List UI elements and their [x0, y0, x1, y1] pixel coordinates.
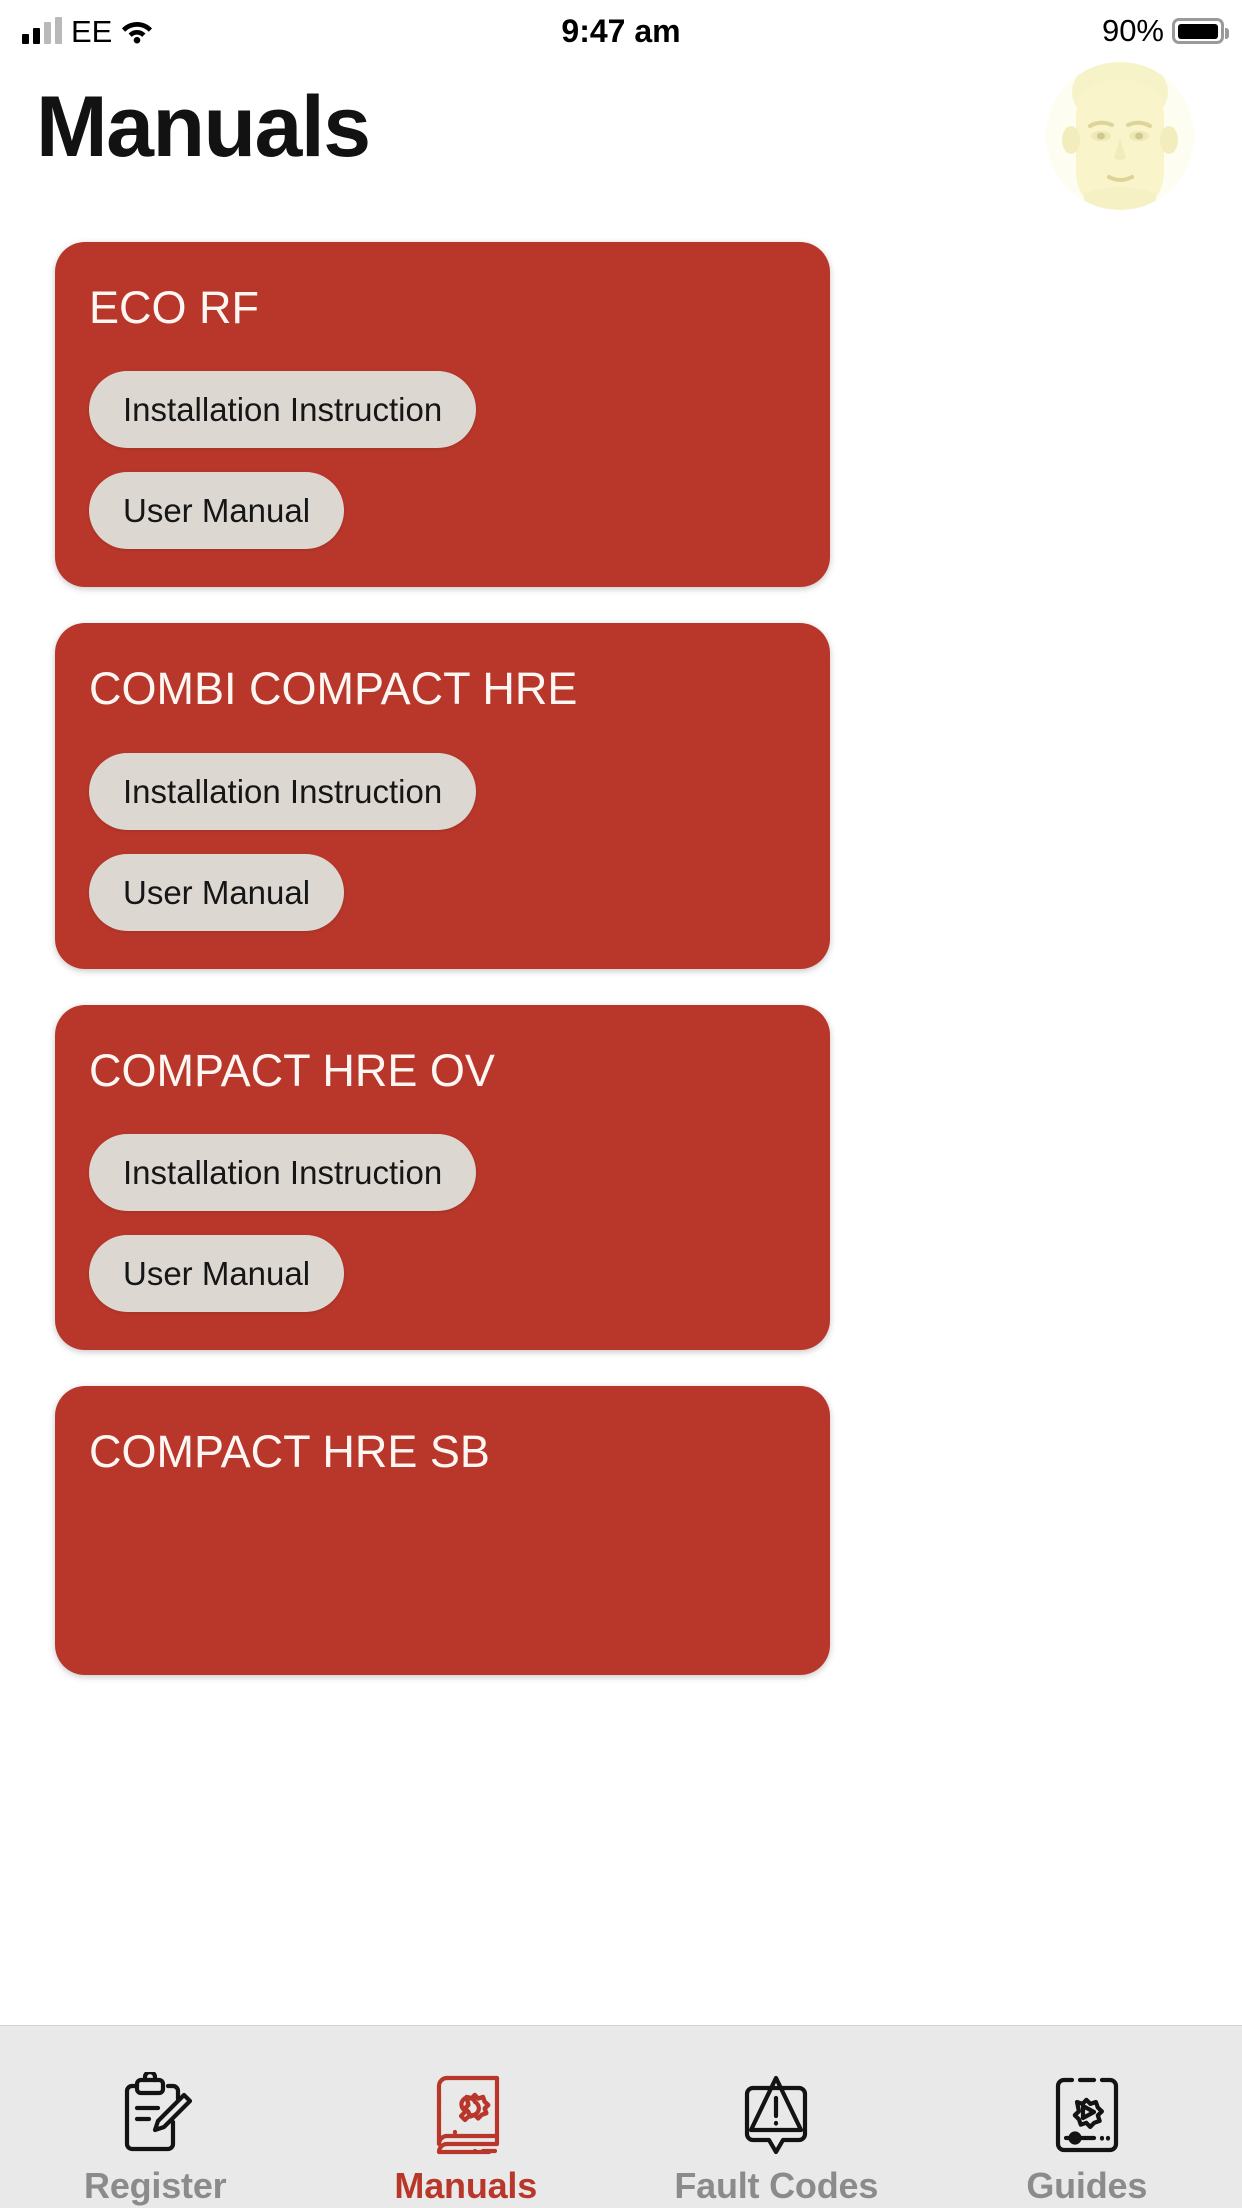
- manual-card-title: COMPACT HRE SB: [89, 1425, 490, 1477]
- clipboard-pencil-icon: [112, 2069, 198, 2158]
- user-manual-button[interactable]: User Manual: [89, 853, 345, 931]
- status-bar-right: 90%: [1101, 0, 1229, 62]
- manual-card-title: ECO RF: [89, 282, 260, 333]
- book-gear-icon: [423, 2072, 509, 2158]
- manuals-list[interactable]: ECO RF Installation Instruction User Man…: [0, 232, 1242, 2025]
- manual-card-actions: User Manual: [55, 472, 830, 550]
- manual-card-title: COMBI COMPACT HRE: [89, 663, 578, 715]
- manual-card-actions: User Manual: [55, 853, 830, 931]
- tab-label: Guides: [1026, 2165, 1148, 2206]
- manual-card[interactable]: COMPACT HRE OV Installation Instruction …: [55, 1004, 830, 1350]
- page-header: Manuals: [0, 62, 1242, 232]
- manual-card-title: COMPACT HRE OV: [89, 1044, 495, 1096]
- manual-card[interactable]: COMBI COMPACT HRE Installation Instructi…: [55, 623, 830, 969]
- tab-fault-codes[interactable]: Fault Codes: [621, 2026, 932, 2204]
- phone-gear-play-icon: [1044, 2072, 1130, 2158]
- battery-percent-label: 90%: [1101, 13, 1164, 48]
- tab-label: Fault Codes: [674, 2165, 879, 2206]
- clock-label: 9:47 am: [561, 12, 681, 49]
- installation-instruction-button[interactable]: Installation Instruction: [89, 1133, 477, 1211]
- tab-label: Register: [84, 2165, 227, 2206]
- manual-card-actions: Installation Instruction: [55, 1133, 830, 1211]
- manual-card-actions: Installation Instruction: [55, 371, 830, 449]
- tab-guides[interactable]: Guides: [932, 2026, 1242, 2204]
- status-bar: EE 9:47 am 90%: [0, 0, 1242, 62]
- manual-card-actions: User Manual: [55, 1234, 830, 1312]
- tab-manuals[interactable]: Manuals: [311, 2026, 622, 2204]
- manual-card[interactable]: ECO RF Installation Instruction User Man…: [55, 242, 830, 588]
- user-manual-button[interactable]: User Manual: [89, 472, 345, 550]
- avatar[interactable]: [1046, 62, 1194, 210]
- user-manual-button[interactable]: User Manual: [89, 1234, 345, 1312]
- battery-icon: [1172, 18, 1229, 44]
- tab-label: Manuals: [394, 2165, 538, 2206]
- status-bar-center: 9:47 am: [0, 0, 1242, 62]
- manual-card-actions: Installation Instruction: [55, 752, 830, 830]
- tab-register[interactable]: Register: [0, 2026, 311, 2204]
- manual-card[interactable]: COMPACT HRE SB: [55, 1385, 830, 1675]
- installation-instruction-button[interactable]: Installation Instruction: [89, 371, 477, 449]
- app-screen: EE 9:47 am 90% Manuals ECO RF Installati…: [0, 0, 1242, 2208]
- page-title: Manuals: [36, 79, 371, 175]
- bottom-tab-bar: Register Manuals Fault Codes Guides: [0, 2025, 1242, 2208]
- installation-instruction-button[interactable]: Installation Instruction: [89, 752, 477, 830]
- warning-triangle-icon: [733, 2072, 819, 2158]
